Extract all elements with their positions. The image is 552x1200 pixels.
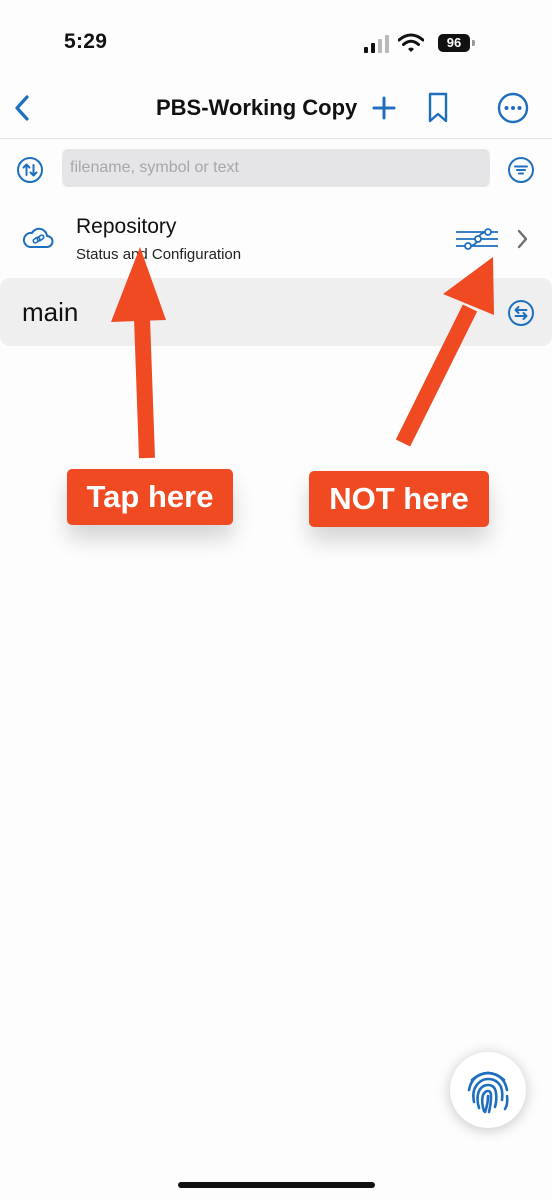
callout-not-here: NOT here (309, 471, 489, 527)
callout-tap-here: Tap here (67, 469, 233, 525)
sort-arrows-icon[interactable] (16, 156, 44, 184)
repository-title: Repository (76, 215, 177, 238)
wifi-icon (398, 33, 424, 52)
add-button[interactable] (368, 90, 400, 126)
search-input[interactable] (62, 149, 490, 187)
branch-name: main (22, 297, 79, 327)
status-time: 5:29 (64, 30, 108, 53)
chevron-left-icon (15, 95, 29, 121)
branch-row[interactable]: main (0, 278, 552, 346)
search-row (0, 139, 552, 201)
page-title: PBS-Working Copy (156, 95, 358, 120)
ellipsis-circle-icon (497, 92, 529, 124)
git-graph-icon[interactable] (454, 226, 500, 252)
battery-tip (472, 40, 475, 46)
app-screen: 5:29 96 PBS-Working Copy filename, symbo… (0, 0, 552, 1200)
battery-icon: 96 (438, 34, 470, 52)
chevron-right-icon[interactable] (514, 228, 530, 250)
back-button[interactable] (6, 86, 38, 130)
bookmark-icon (428, 92, 448, 123)
home-indicator (178, 1182, 375, 1188)
repository-subtitle: Status and Configuration (76, 246, 242, 263)
branch-switch-icon[interactable] (507, 299, 535, 327)
bookmark-button[interactable] (422, 88, 454, 128)
cell-signal-icon (364, 35, 389, 53)
navigation-bar: PBS-Working Copy (0, 78, 552, 139)
repository-row[interactable]: Repository Status and Configuration (0, 202, 552, 276)
plus-icon (372, 96, 396, 120)
fingerprint-button[interactable] (450, 1052, 526, 1128)
more-button[interactable] (494, 88, 532, 128)
filter-icon[interactable] (507, 156, 535, 184)
fingerprint-icon (467, 1071, 509, 1114)
cloud-link-icon (22, 227, 54, 248)
